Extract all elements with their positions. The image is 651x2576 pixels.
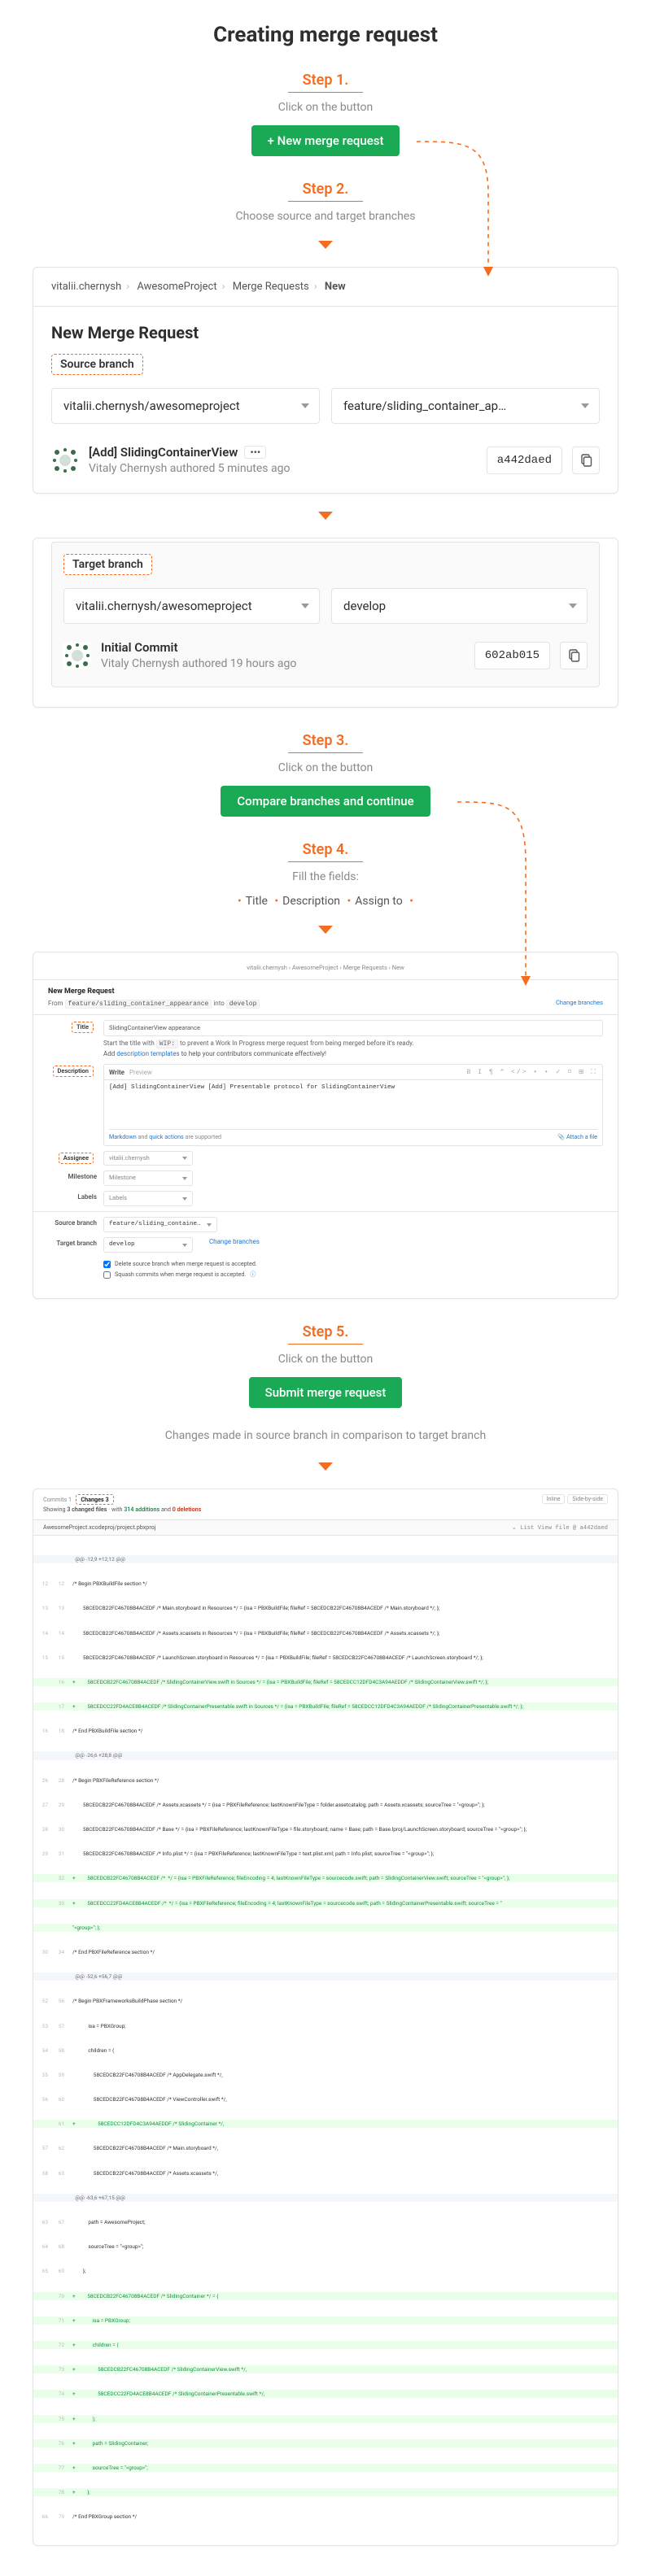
crumb-section[interactable]: Merge Requests xyxy=(233,281,309,293)
quick-actions-link[interactable]: quick actions xyxy=(149,1133,184,1140)
caret-down-icon xyxy=(318,1462,333,1471)
editor-toolbar[interactable]: B I ¶ “ </> • • ✓ ⌑ ⊞ ⛶ xyxy=(467,1068,597,1078)
labels-label: Labels xyxy=(48,1191,97,1202)
title-input[interactable]: SlidingContainerView appearance xyxy=(103,1020,603,1037)
copy-hash-button[interactable] xyxy=(572,447,600,474)
changes-caption: Changes made in source branch in compari… xyxy=(33,1427,618,1445)
step-5-desc: Click on the button xyxy=(33,1353,618,1366)
avatar xyxy=(51,447,79,474)
breadcrumb: vitalii.chernysh › AwesomeProject › Merg… xyxy=(48,964,603,973)
new-merge-request-button[interactable]: + New merge request xyxy=(251,125,400,156)
from-src-branch: feature/sliding_container_appearance xyxy=(65,1000,212,1009)
source-card: vitalii.chernysh› AwesomeProject› Merge … xyxy=(33,267,618,494)
tab-write[interactable]: Write xyxy=(109,1069,125,1076)
step-2-desc: Choose source and target branches xyxy=(33,210,618,223)
target-card: Target branch vitalii.chernysh/awesomepr… xyxy=(33,538,618,708)
change-branches-link[interactable]: Change branches xyxy=(556,999,603,1008)
attach-file-link[interactable]: 📎 Attach a file xyxy=(557,1133,597,1140)
target-commit-title: Initial Commit xyxy=(101,640,178,655)
tgt-branch-input[interactable]: develop xyxy=(103,1237,193,1253)
source-commit-hash: a442daed xyxy=(487,447,562,474)
milestone-select[interactable]: Milestone xyxy=(103,1170,193,1186)
crumb-project[interactable]: AwesomeProject xyxy=(137,281,216,293)
caret-down-icon xyxy=(318,926,333,934)
step-1-desc: Click on the button xyxy=(33,101,618,114)
form-heading: New Merge Request xyxy=(48,987,603,997)
step-4-desc: Fill the fields: xyxy=(33,870,618,883)
merge-request-form: vitalii.chernysh › AwesomeProject › Merg… xyxy=(33,952,618,1299)
target-commit-author: Vitaly Chernysh xyxy=(101,657,179,670)
page-title: Creating merge request xyxy=(33,23,618,47)
title-label: Title xyxy=(72,1022,94,1034)
markdown-link[interactable]: Markdown xyxy=(109,1133,137,1140)
target-commit-when: authored 19 hours ago xyxy=(182,657,297,670)
delete-branch-checkbox[interactable]: Delete source branch when merge request … xyxy=(103,1260,257,1268)
description-label: Description xyxy=(53,1066,94,1078)
avatar xyxy=(63,642,91,669)
from-dst-branch: develop xyxy=(226,1000,260,1009)
expand-commit-button[interactable]: ••• xyxy=(244,446,266,459)
file-tools[interactable]: ⌄ List View file @ a442daed xyxy=(512,1523,608,1532)
tab-preview[interactable]: Preview xyxy=(129,1069,152,1076)
source-commit-when: authored 5 minutes ago xyxy=(170,462,291,475)
diff-view-toggle[interactable]: InlineSide-by-side xyxy=(540,1496,608,1502)
fields-list: •Title •Description •Assign to • xyxy=(33,895,618,908)
step-1-num: Step 1. xyxy=(288,72,364,93)
compare-branches-button[interactable]: Compare branches and continue xyxy=(221,786,430,817)
target-commit-hash: 602ab015 xyxy=(474,642,550,669)
source-commit-title: [Add] SlidingContainerView xyxy=(89,445,238,460)
target-project-select[interactable]: vitalii.chernysh/awesomeproject xyxy=(63,588,320,624)
diff-body: @@ -12,9 +12,12 @@ 1212/* Begin PBXBuild… xyxy=(33,1536,618,2546)
step-2-num: Step 2. xyxy=(288,181,364,202)
source-commit-author: Vitaly Chernysh xyxy=(89,462,167,475)
step-4-num: Step 4. xyxy=(288,841,364,862)
source-branch-select[interactable]: feature/sliding_container_ap… xyxy=(331,388,600,424)
assignee-select[interactable]: vitalii.chernysh xyxy=(103,1151,193,1166)
caret-down-icon xyxy=(318,512,333,520)
change-branches-link[interactable]: Change branches xyxy=(209,1237,260,1247)
submit-merge-request-button[interactable]: Submit merge request xyxy=(249,1377,403,1408)
tgt-branch-label: Target branch xyxy=(48,1237,97,1249)
step-5-num: Step 5. xyxy=(288,1323,364,1345)
wip-code: WIP: xyxy=(156,1040,178,1048)
target-branch-select[interactable]: develop xyxy=(331,588,588,624)
templates-link[interactable]: description templates xyxy=(116,1050,179,1057)
diff-summary: Showing 3 changed files · with 314 addit… xyxy=(43,1506,608,1513)
info-icon[interactable]: ⓘ xyxy=(250,1271,256,1279)
caret-down-icon xyxy=(318,241,333,249)
squash-checkbox[interactable]: Squash commits when merge request is acc… xyxy=(103,1271,257,1279)
source-branch-label: Source branch xyxy=(51,354,143,375)
copy-hash-button[interactable] xyxy=(560,642,588,669)
src-branch-label: Source branch xyxy=(48,1217,97,1228)
description-input[interactable]: [Add] SlidingContainerView [Add] Present… xyxy=(109,1083,597,1126)
diff-file-path[interactable]: AwesomeProject.xcodeproj/project.pbxproj xyxy=(43,1523,156,1532)
src-branch-input[interactable]: feature/sliding_containe… xyxy=(103,1217,217,1232)
milestone-label: Milestone xyxy=(48,1170,97,1182)
step-3-desc: Click on the button xyxy=(33,761,618,774)
source-project-select[interactable]: vitalii.chernysh/awesomeproject xyxy=(51,388,320,424)
labels-select[interactable]: Labels xyxy=(103,1191,193,1206)
step-3-num: Step 3. xyxy=(288,732,364,753)
assignee-label: Assignee xyxy=(59,1153,94,1165)
crumb-user[interactable]: vitalii.chernysh xyxy=(51,281,121,293)
target-branch-label: Target branch xyxy=(63,554,152,575)
diff-card: InlineSide-by-side Commits 1 Changes 3 S… xyxy=(33,1489,618,2547)
nmr-heading: New Merge Request xyxy=(33,307,618,351)
breadcrumb: vitalii.chernysh› AwesomeProject› Merge … xyxy=(33,268,618,307)
tab-changes[interactable]: Changes 3 xyxy=(76,1494,113,1505)
crumb-current: New xyxy=(325,281,346,293)
tab-commits[interactable]: Commits 1 xyxy=(43,1496,73,1503)
